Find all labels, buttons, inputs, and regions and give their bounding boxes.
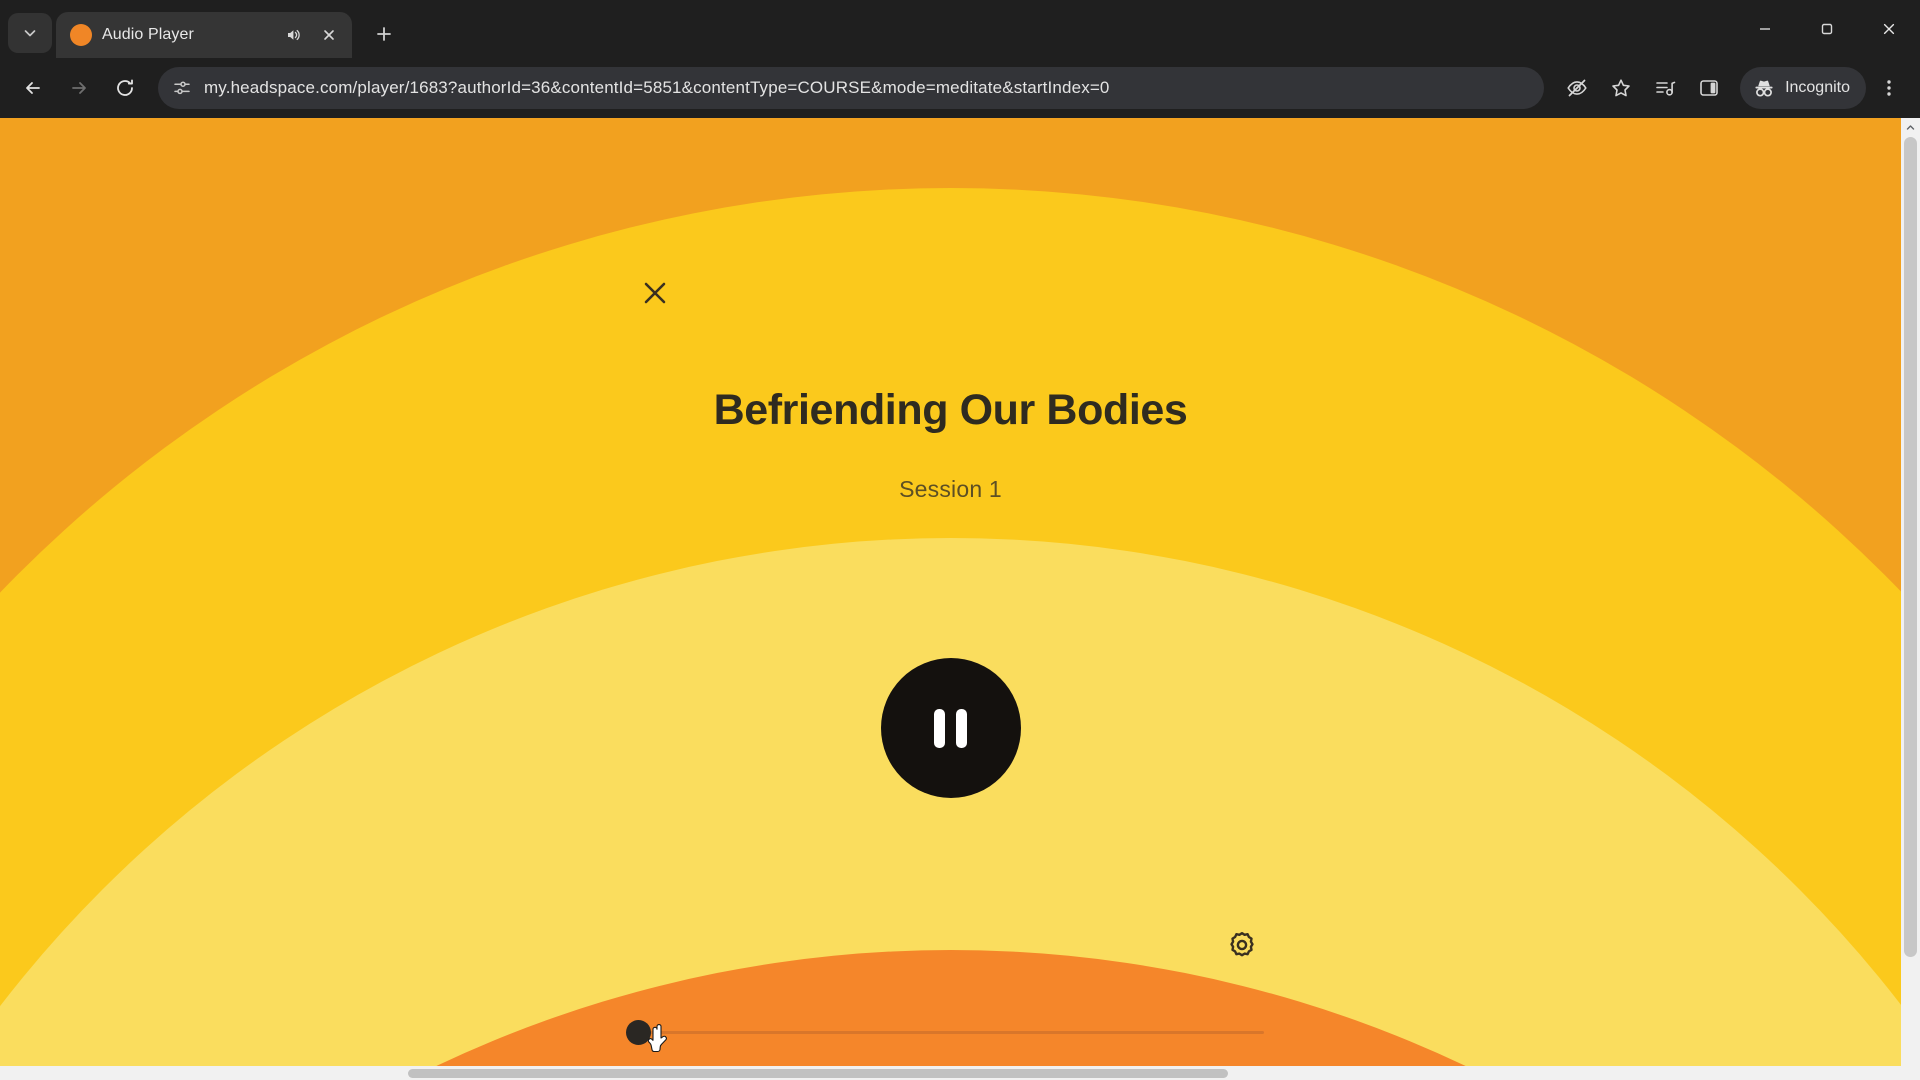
incognito-indicator[interactable]: Incognito xyxy=(1740,67,1866,109)
window-close-icon xyxy=(1883,23,1895,35)
horizontal-scrollbar[interactable] xyxy=(0,1066,1901,1080)
headspace-player: Befriending Our Bodies Session 1 xyxy=(0,118,1901,1080)
address-bar[interactable]: my.headspace.com/player/1683?authorId=36… xyxy=(158,67,1545,109)
back-button[interactable] xyxy=(12,67,54,109)
session-label: Session 1 xyxy=(899,476,1002,502)
url-text: my.headspace.com/player/1683?authorId=36… xyxy=(204,78,1110,97)
side-panel-icon xyxy=(1700,80,1718,96)
close-player-button[interactable] xyxy=(632,270,678,316)
page-title: Befriending Our Bodies xyxy=(713,386,1188,434)
forward-arrow-icon xyxy=(72,82,86,94)
chevron-up-icon xyxy=(1906,125,1915,130)
bookmark-button[interactable] xyxy=(1600,67,1642,109)
incognito-label: Incognito xyxy=(1785,79,1850,96)
window-controls xyxy=(1734,0,1920,58)
incognito-spy-icon xyxy=(1755,80,1773,97)
progress-track[interactable] xyxy=(634,1031,1264,1034)
new-tab-plus-icon xyxy=(377,27,391,41)
player-controls-layer: Befriending Our Bodies Session 1 xyxy=(0,118,1901,1080)
tab-audio-indicator[interactable] xyxy=(280,22,306,48)
reload-icon xyxy=(117,79,133,96)
vertical-scrollbar[interactable] xyxy=(1901,118,1920,1080)
progress-slider[interactable] xyxy=(626,1020,1264,1045)
browser-window: Audio Player my.headspace.com/player/168… xyxy=(0,0,1920,1080)
eye-slash-icon xyxy=(1567,79,1587,97)
star-bookmark-icon xyxy=(1612,79,1630,97)
maximize-icon xyxy=(1821,23,1833,35)
tab-strip: Audio Player xyxy=(0,0,1920,58)
media-controls-icon xyxy=(1656,81,1676,96)
close-x-icon xyxy=(644,282,666,304)
tab-close-button[interactable] xyxy=(316,22,342,48)
settings-button[interactable] xyxy=(1220,923,1264,967)
new-tab-button[interactable] xyxy=(364,14,404,54)
tab-favicon xyxy=(70,24,92,46)
tab-search-button[interactable] xyxy=(8,13,52,53)
window-close-button[interactable] xyxy=(1858,0,1920,58)
gear-icon xyxy=(1230,932,1254,957)
browser-toolbar: my.headspace.com/player/1683?authorId=36… xyxy=(0,58,1920,118)
three-dot-menu-icon xyxy=(1887,80,1891,96)
site-settings-icon[interactable] xyxy=(172,78,192,98)
pause-bar-left xyxy=(934,708,945,748)
tab-title: Audio Player xyxy=(102,26,194,43)
browser-menu-button[interactable] xyxy=(1868,67,1910,109)
window-minimize-button[interactable] xyxy=(1734,0,1796,58)
chevron-down-icon xyxy=(24,30,36,37)
speaker-playing-icon xyxy=(288,29,300,41)
media-controls-button[interactable] xyxy=(1644,67,1686,109)
minimize-icon xyxy=(1760,28,1770,30)
pause-bar-right xyxy=(956,708,967,748)
scroll-up-arrow[interactable] xyxy=(1901,118,1920,137)
tracking-protection-button[interactable] xyxy=(1556,67,1598,109)
window-maximize-button[interactable] xyxy=(1796,0,1858,58)
side-panel-button[interactable] xyxy=(1688,67,1730,109)
tab-audio-player[interactable]: Audio Player xyxy=(56,12,352,58)
play-pause-button[interactable] xyxy=(880,658,1021,798)
back-arrow-icon xyxy=(26,82,40,94)
vertical-scroll-thumb[interactable] xyxy=(1904,137,1917,957)
horizontal-scroll-thumb[interactable] xyxy=(408,1069,1228,1078)
tab-close-icon xyxy=(324,30,334,40)
reload-button[interactable] xyxy=(104,67,146,109)
forward-button[interactable] xyxy=(58,67,100,109)
mouse-cursor-pointer xyxy=(648,1024,667,1053)
page-viewport: Befriending Our Bodies Session 1 xyxy=(0,118,1920,1080)
toolbar-actions: Incognito xyxy=(1556,67,1910,109)
